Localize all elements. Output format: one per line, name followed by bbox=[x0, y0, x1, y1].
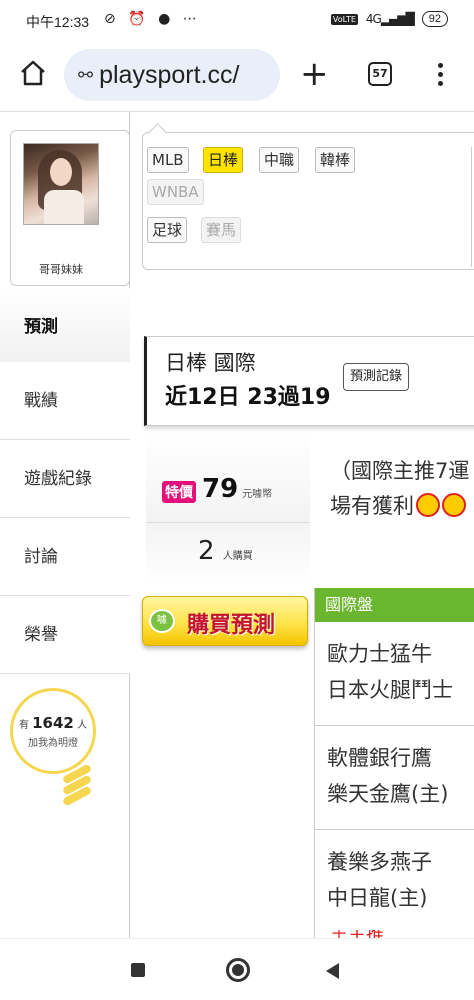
coin-icon: 噱 bbox=[149, 609, 175, 633]
price-row: 特價 79 元噱幣 bbox=[162, 474, 272, 504]
overflow-menu-icon[interactable] bbox=[430, 60, 450, 90]
pick-indicator: ＋主推 bbox=[330, 930, 410, 938]
tag-kbo[interactable]: 韓棒 bbox=[315, 147, 356, 173]
match-list: 國際盤 歐力士猛牛 日本火腿鬥士 軟體銀行鷹 樂天金鷹(主) 養樂多燕子 中日龍… bbox=[314, 588, 474, 938]
prediction-title: 日棒 國際 bbox=[165, 351, 256, 375]
volte-icon: VoLTE bbox=[330, 13, 358, 25]
status-bar: 中午12:33 ⊘ ⏰ ● ⋯ VoLTE 4G▂▄▆█ 92 bbox=[0, 0, 474, 40]
tab-switcher-button[interactable]: 57 bbox=[368, 62, 392, 86]
team-home: 樂天金鷹(主) bbox=[327, 782, 449, 806]
battery-icon: 92 bbox=[421, 11, 448, 27]
prediction-title-box: 日棒 國際 近12日 23過19 預測記錄 bbox=[144, 336, 474, 426]
back-icon[interactable] bbox=[326, 963, 339, 979]
team-away: 軟體銀行鷹 bbox=[327, 746, 432, 770]
record-summary: 近12日 23過19 bbox=[165, 385, 331, 410]
buy-prediction-button[interactable]: 噱 購買預測 bbox=[142, 596, 308, 646]
home-icon[interactable] bbox=[18, 58, 48, 88]
avatar[interactable] bbox=[23, 143, 99, 225]
match-list-header: 國際盤 bbox=[315, 588, 474, 622]
sidebar-item-honor[interactable]: 榮譽 bbox=[0, 596, 130, 674]
team-home: 日本火腿鬥士 bbox=[327, 678, 453, 702]
sidebar-item-discuss[interactable]: 討論 bbox=[0, 518, 130, 596]
lamp-follow-button[interactable]: 有 1642 人 加我為明燈 bbox=[10, 688, 102, 808]
url-text: playsport.cc/ bbox=[99, 60, 240, 89]
sidebar-item-record[interactable]: 戰績 bbox=[0, 362, 130, 440]
sidebar: 哥哥妹妹 預測 戰績 遊戲紀錄 討論 榮譽 有 1642 人 加我為明燈 bbox=[0, 112, 130, 938]
address-bar[interactable]: ⚯ playsport.cc/ bbox=[64, 49, 280, 101]
league-filter-panel: MLB 日棒 中職 韓棒 WNBA 足球 賽馬 bbox=[142, 132, 474, 270]
lamp-count: 有 1642 人 bbox=[18, 714, 88, 732]
promo-text: （國際主推7運 場有獲利 bbox=[330, 459, 470, 518]
match-row[interactable]: 軟體銀行鷹 樂天金鷹(主) bbox=[315, 726, 474, 830]
price-unit: 元噱幣 bbox=[242, 489, 273, 500]
new-tab-plus-icon[interactable]: + bbox=[300, 54, 329, 94]
lightbulb-base-icon bbox=[61, 763, 93, 807]
notification-icons: ⊘ ⏰ ● ⋯ bbox=[104, 11, 201, 27]
tag-cpbl[interactable]: 中職 bbox=[259, 147, 300, 173]
recents-icon[interactable] bbox=[131, 963, 145, 977]
tag-horse-racing[interactable]: 賽馬 bbox=[201, 217, 242, 243]
team-away: 歐力士猛牛 bbox=[327, 642, 432, 666]
status-right: VoLTE 4G▂▄▆█ 92 bbox=[330, 11, 448, 27]
match-row[interactable]: 歐力士猛牛 日本火腿鬥士 bbox=[315, 622, 474, 726]
signal-icon: 4G▂▄▆█ bbox=[365, 12, 415, 26]
user-card[interactable]: 哥哥妹妹 bbox=[10, 130, 130, 286]
price-panel: 特價 79 元噱幣 2 人購買 bbox=[146, 432, 310, 582]
tag-soccer[interactable]: 足球 bbox=[147, 217, 188, 243]
prediction-record-button[interactable]: 預測記錄 bbox=[343, 363, 410, 391]
system-nav-bar bbox=[0, 938, 474, 1000]
divider bbox=[146, 522, 310, 523]
site-settings-icon[interactable]: ⚯ bbox=[78, 65, 93, 86]
tag-mlb[interactable]: MLB bbox=[147, 147, 189, 173]
tag-wnba[interactable]: WNBA bbox=[147, 179, 204, 205]
user-name[interactable]: 哥哥妹妹 bbox=[11, 261, 111, 277]
team-away: 養樂多燕子 bbox=[327, 850, 432, 874]
tag-jpn-baseball[interactable]: 日棒 bbox=[203, 147, 244, 173]
sidebar-item-predict[interactable]: 預測 bbox=[0, 288, 130, 366]
status-time: 中午12:33 bbox=[26, 14, 90, 30]
home-circle-icon[interactable] bbox=[226, 958, 250, 982]
match-row[interactable]: 養樂多燕子 中日龍(主) bbox=[315, 830, 474, 934]
sidebar-item-game-log[interactable]: 遊戲紀錄 bbox=[0, 440, 130, 518]
divider bbox=[471, 147, 472, 267]
lamp-caption: 加我為明燈 bbox=[28, 738, 78, 749]
browser-toolbar: ⚯ playsport.cc/ + 57 bbox=[0, 40, 474, 112]
price-value: 79 bbox=[202, 474, 239, 504]
star-eyes-emoji-icon bbox=[416, 493, 440, 517]
team-home: 中日龍(主) bbox=[327, 886, 428, 910]
sale-badge: 特價 bbox=[162, 481, 196, 503]
page-content: 哥哥妹妹 預測 戰績 遊戲紀錄 討論 榮譽 有 1642 人 加我為明燈 MLB… bbox=[0, 112, 474, 938]
buy-prediction-label: 購買預測 bbox=[187, 613, 276, 638]
star-eyes-emoji-icon bbox=[442, 493, 466, 517]
buyer-count: 2 人購買 bbox=[198, 536, 253, 566]
